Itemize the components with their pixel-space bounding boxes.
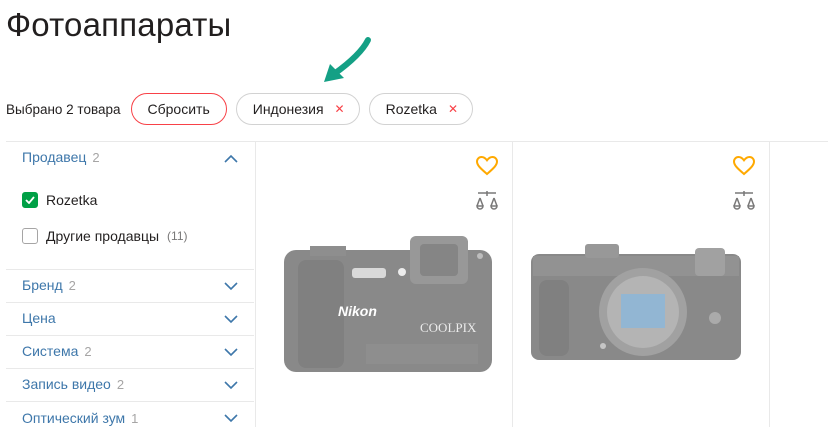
annotation-arrow-icon (324, 37, 371, 82)
brand-text: Nikon (338, 303, 377, 319)
product-card[interactable]: Nikon COOLPIX (256, 142, 512, 427)
close-icon[interactable]: ✕ (448, 103, 458, 115)
filter-chip-rozetka[interactable]: Rozetka ✕ (368, 93, 474, 125)
filter-group-system[interactable]: Система 2 (6, 336, 254, 369)
filter-group-title: Запись видео (22, 376, 111, 392)
filter-group-video-recording[interactable]: Запись видео 2 (6, 369, 254, 402)
filter-group-title: Продавец (22, 149, 87, 165)
filter-group-title: Цена (22, 310, 56, 326)
filter-group-seller[interactable]: Продавец 2 (6, 142, 254, 174)
filter-group-title: Система (22, 343, 79, 359)
filter-chip-label: Rozetka (385, 101, 437, 117)
camera-image[interactable]: Nikon COOLPIX (280, 232, 496, 374)
filter-chip-label: Индонезия (252, 101, 324, 117)
filter-group-count: 2 (116, 377, 125, 392)
chevron-up-icon[interactable] (224, 154, 238, 163)
checkbox-unchecked[interactable] (22, 228, 38, 244)
divider (769, 141, 770, 427)
selected-count: Выбрано 2 товара (6, 101, 121, 117)
seller-option-rozetka[interactable]: Rozetka (22, 182, 238, 218)
chevron-down-icon[interactable] (224, 414, 238, 423)
option-label: Другие продавцы (46, 228, 160, 244)
compare-scales-icon[interactable] (475, 190, 499, 214)
option-label: Rozetka (46, 192, 98, 208)
checkbox-checked[interactable] (22, 192, 38, 208)
product-card[interactable] (513, 142, 769, 427)
model-text: COOLPIX (420, 320, 477, 335)
filters-sidebar: Продавец 2 Rozetka Другие продавцы (11) Б… (6, 142, 254, 427)
filter-group-price[interactable]: Цена (6, 303, 254, 336)
chevron-down-icon[interactable] (224, 314, 238, 324)
compare-scales-icon[interactable] (732, 190, 756, 214)
camera-image[interactable] (525, 238, 747, 366)
check-icon (25, 196, 35, 204)
filter-group-count: 2 (84, 344, 92, 359)
seller-options: Rozetka Другие продавцы (11) (6, 174, 254, 270)
filter-chip-indonesia[interactable]: Индонезия ✕ (235, 93, 360, 125)
chevron-down-icon[interactable] (224, 380, 238, 390)
heart-icon[interactable] (476, 156, 498, 176)
page-title: Фотоаппараты (6, 6, 232, 43)
option-count: (11) (167, 229, 188, 243)
chevron-down-icon[interactable] (224, 281, 238, 291)
reset-filters-button[interactable]: Сбросить (130, 93, 227, 125)
close-icon[interactable]: ✕ (335, 103, 345, 115)
filter-group-optical-zoom[interactable]: Оптический зум 1 (6, 402, 254, 427)
filter-group-brand[interactable]: Бренд 2 (6, 270, 254, 303)
filter-group-count: 2 (92, 150, 100, 165)
filter-group-title: Бренд (22, 277, 63, 293)
selected-filters-bar: Выбрано 2 товара Сбросить Индонезия ✕ Ro… (6, 93, 482, 125)
seller-option-others[interactable]: Другие продавцы (11) (22, 218, 238, 254)
chevron-down-icon[interactable] (224, 347, 238, 357)
filter-group-title: Оптический зум (22, 409, 126, 426)
heart-icon[interactable] (733, 156, 755, 176)
filter-group-count: 2 (68, 278, 76, 293)
filter-group-count: 1 (131, 410, 139, 426)
